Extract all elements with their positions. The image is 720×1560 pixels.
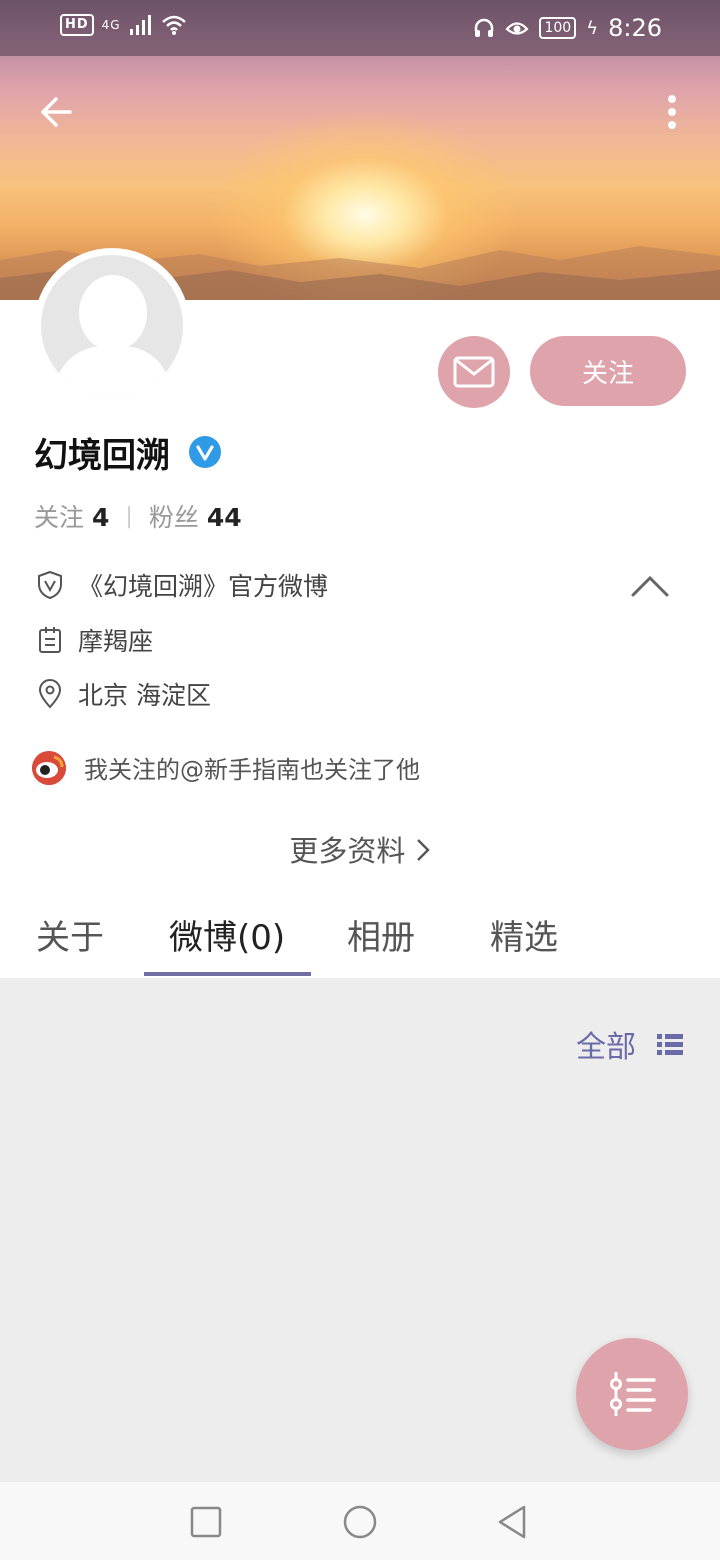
default-avatar-icon — [41, 255, 183, 397]
timeline-list-icon — [610, 1372, 656, 1416]
tab-weibo[interactable]: 微博(0) — [169, 910, 285, 959]
mutual-avatar — [32, 750, 66, 785]
more-info-label: 更多资料 — [289, 834, 406, 868]
verification-text: 《幻境回溯》官方微博 — [78, 572, 329, 601]
status-bar: HD 4G 100 ϟ 8:26 — [0, 0, 720, 56]
fans-count: 44 — [206, 503, 242, 532]
location-pin-icon — [34, 678, 66, 710]
recent-apps-icon[interactable] — [188, 1504, 224, 1540]
zodiac-text: 摩羯座 — [78, 627, 154, 656]
more-vertical-icon[interactable] — [652, 88, 692, 136]
back-triangle-icon[interactable] — [494, 1504, 530, 1540]
back-arrow-icon[interactable] — [32, 88, 80, 136]
wifi-icon — [161, 15, 186, 35]
timeline-filter-fab[interactable] — [576, 1338, 688, 1450]
chevron-right-icon — [415, 836, 431, 871]
mutual-text: 我关注的@新手指南也关注了他 — [84, 756, 420, 784]
chevron-up-icon[interactable] — [628, 568, 672, 604]
hd-indicator: HD — [60, 14, 94, 36]
tab-album[interactable]: 相册 — [347, 910, 415, 959]
profile-tabs: 关于 微博(0) 相册 精选 — [0, 900, 720, 978]
verified-v-icon — [189, 436, 221, 468]
mutual-follow-row[interactable]: 我关注的@新手指南也关注了他 — [32, 750, 420, 785]
following-stat[interactable]: 关注 4 — [34, 498, 109, 534]
following-label: 关注 — [34, 503, 85, 532]
fans-stat[interactable]: 粉丝 44 — [149, 498, 242, 534]
active-tab-indicator — [144, 972, 311, 976]
battery-indicator: 100 — [539, 17, 577, 39]
list-view-icon — [657, 1034, 683, 1055]
filter-label: 全部 — [576, 1030, 636, 1065]
verification-row: 《幻境回溯》官方微博 — [34, 567, 328, 603]
clock: 8:26 — [608, 14, 662, 42]
mail-icon — [453, 356, 495, 388]
following-count: 4 — [92, 503, 110, 532]
location-text: 北京 海淀区 — [78, 681, 211, 710]
shield-v-icon — [34, 569, 66, 601]
location-row: 北京 海淀区 — [34, 676, 211, 712]
tab-featured[interactable]: 精选 — [490, 910, 558, 959]
signal-icon — [129, 15, 151, 35]
home-icon[interactable] — [342, 1504, 378, 1540]
network-indicator: 4G — [101, 18, 121, 32]
headphones-icon — [475, 18, 494, 37]
fans-label: 粉丝 — [148, 503, 199, 532]
follow-button[interactable]: 关注 — [530, 336, 686, 406]
calendar-note-icon — [34, 624, 66, 656]
zodiac-row: 摩羯座 — [34, 622, 153, 658]
avatar[interactable] — [34, 248, 190, 404]
tab-about[interactable]: 关于 — [36, 910, 104, 959]
more-info-link[interactable]: 更多资料 — [0, 828, 720, 871]
charging-icon: ϟ — [586, 17, 599, 39]
follow-stats: 关注 4 | 粉丝 44 — [34, 498, 242, 534]
eye-comfort-icon — [505, 22, 530, 35]
stats-separator: | — [125, 503, 133, 529]
profile-name: 幻境回溯 — [34, 436, 170, 476]
feed-filter[interactable]: 全部 — [576, 1022, 684, 1066]
system-nav-bar — [0, 1482, 720, 1560]
message-button[interactable] — [438, 336, 510, 408]
